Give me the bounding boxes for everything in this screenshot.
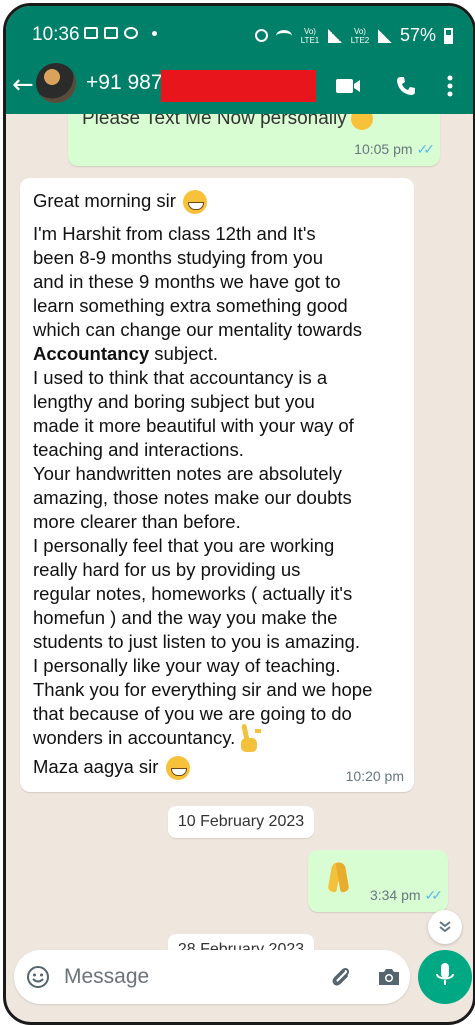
message-line: Maza aagya sir — [33, 756, 190, 781]
read-ticks-icon: ✓✓ — [416, 141, 436, 157]
message-line: I used to think that accountancy is a — [33, 367, 328, 388]
message-line: students to just listen to you is amazin… — [33, 631, 361, 652]
message-input[interactable] — [64, 962, 314, 992]
line-text: Great morning sir — [33, 190, 176, 211]
emoji-icon[interactable] — [26, 965, 50, 989]
more-vertical-icon[interactable] — [436, 72, 464, 100]
message-line: that because of you we are going to do — [33, 703, 352, 724]
incoming-message[interactable]: Great morning sir I'm Harshit from class… — [20, 178, 414, 792]
read-ticks-icon: ✓✓ — [424, 887, 444, 903]
mic-icon — [435, 962, 455, 992]
screen-frame: 10:36 Vo) LTE1 Vo) LTE2 57% ← +91 9871 P… — [3, 3, 475, 1025]
grin-emoji-icon — [165, 756, 190, 781]
message-line: been 8-9 months studying from you — [33, 247, 323, 268]
message-line: homefun ) and the way you make the — [33, 607, 338, 628]
battery-percent: 57% — [399, 25, 436, 45]
message-text-body: Please Text Me Now personally — [82, 114, 347, 130]
lte2-label: Vo) LTE2 — [350, 26, 370, 45]
mic-button[interactable] — [418, 950, 472, 1004]
chat-header: ← +91 9871 — [6, 58, 473, 114]
notification-icons — [84, 27, 157, 39]
status-time: 10:36 — [32, 24, 80, 45]
signal2-icon — [377, 28, 392, 43]
grin-emoji-icon — [183, 190, 208, 215]
bold-word: Accountancy — [33, 343, 150, 364]
message-line: amazing, those notes make our doubts — [33, 487, 352, 508]
gallery-icon — [84, 27, 98, 39]
message-time-text: 3:34 pm — [369, 887, 421, 903]
message-line: Accountancy subject. — [33, 343, 218, 365]
wifi-icon — [275, 29, 292, 42]
message-time: 10:20 pm — [345, 768, 404, 784]
camera-icon[interactable] — [376, 964, 402, 990]
status-right: Vo) LTE1 Vo) LTE2 57% — [254, 25, 453, 46]
message-line: wonders in accountancy. — [33, 724, 261, 754]
message-line: I personally like your way of teaching. — [33, 655, 341, 676]
chevron-double-down-icon[interactable] — [428, 910, 462, 944]
battery-icon — [444, 27, 453, 44]
message-line: Great morning sir — [33, 190, 208, 215]
avatar[interactable] — [36, 63, 76, 103]
phone-icon[interactable] — [392, 72, 420, 100]
message-line: teaching and interactions. — [33, 439, 244, 460]
message-line: more clearer than before. — [33, 511, 241, 532]
message-line: Your handwritten notes are absolutely — [33, 463, 342, 484]
whatsapp-icon — [124, 27, 138, 39]
folded-hands-emoji-icon — [324, 860, 354, 894]
message-line: regular notes, homeworks ( actually it's — [33, 583, 353, 604]
outgoing-message[interactable]: Please Text Me Now personally 10:05 pm ✓✓ — [68, 114, 440, 166]
message-line: made it more beautiful with your way of — [33, 415, 354, 436]
message-line: learn something extra something good — [33, 295, 348, 316]
more-notifications-icon — [152, 30, 157, 36]
arrow-left-icon[interactable]: ← — [12, 71, 34, 99]
message-time: 3:34 pm ✓✓ — [369, 887, 444, 904]
message-line: which can change our mentality towards — [33, 319, 363, 340]
video-call-icon[interactable] — [334, 72, 362, 100]
signal1-icon — [327, 28, 342, 43]
lte1-label: Vo) LTE1 — [300, 26, 320, 45]
message-time: 10:05 pm ✓✓ — [354, 141, 436, 158]
line-text: wonders in accountancy. — [33, 726, 236, 748]
alarm-icon — [254, 29, 268, 42]
outgoing-message[interactable]: 3:34 pm ✓✓ — [308, 850, 448, 912]
smile-emoji-icon — [350, 114, 373, 130]
victory-hand-emoji-icon — [239, 724, 261, 754]
message-line: really hard for us by providing us — [33, 559, 301, 580]
voicemail-icon — [104, 27, 118, 39]
line-text: subject. — [149, 343, 219, 364]
message-composer — [14, 950, 410, 1004]
status-bar: 10:36 Vo) LTE1 Vo) LTE2 57% — [6, 6, 473, 58]
redaction-box — [161, 70, 316, 102]
message-text: Please Text Me Now personally — [82, 114, 373, 130]
message-line: lengthy and boring subject but you — [33, 391, 315, 412]
line-text: Maza aagya sir — [33, 756, 159, 777]
message-time-text: 10:05 pm — [354, 141, 413, 157]
chat-area[interactable]: Please Text Me Now personally 10:05 pm ✓✓… — [6, 114, 473, 954]
date-separator: 10 February 2023 — [168, 806, 314, 838]
message-line: I personally feel that you are working — [33, 535, 335, 556]
paperclip-icon[interactable] — [328, 964, 354, 990]
message-line: Thank you for everything sir and we hope — [33, 679, 373, 700]
message-line: I'm Harshit from class 12th and It's — [33, 223, 316, 244]
message-line: and in these 9 months we have got to — [33, 271, 341, 292]
phone-screen: 10:36 Vo) LTE1 Vo) LTE2 57% ← +91 9871 P… — [0, 0, 475, 1025]
